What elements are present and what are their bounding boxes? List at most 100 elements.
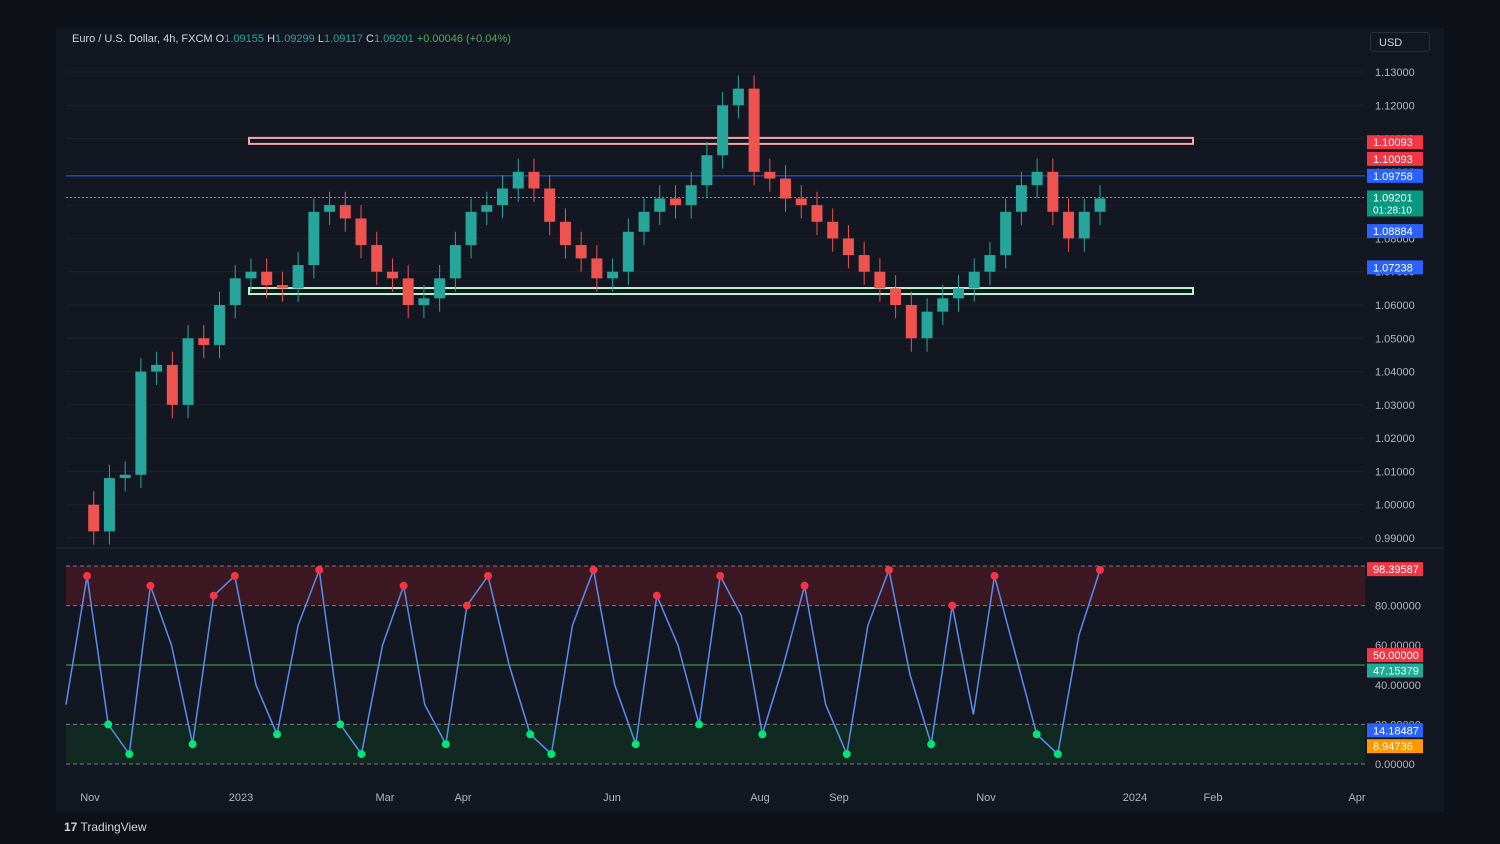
brand-text: TradingView: [80, 820, 147, 834]
candle-body: [1078, 211, 1090, 239]
candle-body: [905, 305, 917, 339]
signal-dot: [800, 581, 809, 590]
candle-body: [544, 188, 556, 222]
candle-body: [952, 288, 964, 299]
signal-dot: [484, 571, 493, 580]
x-tick-label: Jun: [603, 792, 621, 804]
signal-dot: [990, 571, 999, 580]
candle-body: [780, 178, 792, 199]
signal-dot: [526, 730, 535, 739]
candle-body: [151, 364, 163, 372]
close-label: C: [365, 33, 374, 45]
signal-dot: [104, 720, 113, 729]
candle-body: [701, 155, 713, 186]
candle-body: [261, 271, 273, 286]
price-tick-label: 1.13000: [1375, 67, 1415, 79]
candle-body: [1047, 171, 1059, 212]
signal-dot: [125, 750, 134, 759]
candle-body: [292, 265, 304, 289]
candle-body: [795, 198, 807, 206]
candle-body: [308, 211, 320, 266]
signal-dot: [273, 730, 282, 739]
symbol-name[interactable]: Euro / U.S. Dollar, 4h, FXCM: [72, 33, 213, 45]
candle-body: [103, 478, 115, 532]
price-axis-label: 1.10093: [1373, 154, 1413, 166]
osc-tick-label: 0.00000: [1375, 759, 1415, 771]
osc-axis-label: 8.94736: [1373, 741, 1413, 753]
osc-tick-label: 40.00000: [1375, 680, 1421, 692]
signal-dot: [441, 740, 450, 749]
x-tick-label: 2023: [229, 792, 253, 804]
candle-body: [386, 271, 398, 279]
currency-selector[interactable]: USD: [1370, 32, 1430, 52]
candle-body: [418, 298, 430, 305]
candle-body: [921, 311, 933, 339]
candle-body: [497, 188, 509, 206]
candle-body: [1094, 198, 1106, 212]
candle-body: [827, 221, 839, 239]
price-tick-label: 1.02000: [1375, 433, 1415, 445]
signal-dot: [716, 571, 725, 580]
tradingview-logo[interactable]: 17 TradingView: [64, 820, 147, 834]
price-axis-label-sub: 01:28:10: [1373, 205, 1412, 216]
signal-dot: [209, 591, 218, 600]
candle-body: [874, 271, 886, 289]
candle-body: [214, 305, 226, 345]
candle-body: [811, 205, 823, 222]
signal-dot: [631, 740, 640, 749]
signal-dot: [695, 720, 704, 729]
candle-body: [575, 245, 587, 259]
candle-body: [449, 245, 461, 279]
candle-body: [732, 88, 744, 106]
osc-tick-label: 80.00000: [1375, 601, 1421, 613]
signal-dot: [336, 720, 345, 729]
candle-body: [638, 211, 650, 232]
open-label: O: [215, 33, 225, 45]
x-tick-label: Apr: [454, 792, 471, 804]
candle-body: [355, 218, 367, 246]
signal-dot: [842, 750, 851, 759]
signal-dot: [1032, 730, 1041, 739]
signal-dot: [188, 740, 197, 749]
candle-body: [402, 278, 414, 305]
candle-body: [1000, 211, 1012, 256]
candle-body: [842, 238, 854, 256]
osc-axis-label: 47.15379: [1373, 666, 1419, 678]
candle-body: [434, 278, 446, 299]
signal-dot: [357, 750, 366, 759]
price-tick-label: 1.03000: [1375, 400, 1415, 412]
overbought-zone: [66, 566, 1365, 606]
x-tick-label: Aug: [750, 792, 770, 804]
candle-body: [135, 371, 147, 475]
signal-dot: [1053, 750, 1062, 759]
candle-body: [371, 245, 383, 272]
candle-body: [88, 504, 100, 532]
change-value: +0.00046 (+0.04%): [416, 33, 511, 45]
candle-body: [764, 171, 776, 179]
price-axis-label: 1.09758: [1373, 171, 1413, 183]
candle-body: [559, 221, 571, 246]
price-axis-label: 1.07238: [1373, 262, 1413, 274]
price-tick-label: 0.99000: [1375, 533, 1415, 545]
candle-body: [229, 278, 241, 305]
candle-body: [622, 231, 634, 272]
signal-dot: [230, 571, 239, 580]
candle-body: [182, 338, 194, 405]
candle-body: [858, 255, 870, 272]
osc-axis-label: 50.00000: [1373, 650, 1419, 662]
price-tick-label: 1.00000: [1375, 500, 1415, 512]
candle-body: [748, 88, 760, 172]
candle-body: [984, 255, 996, 272]
signal-dot: [884, 565, 893, 574]
tradingview-icon: 17: [64, 820, 78, 834]
price-axis-label: 1.10093: [1373, 137, 1413, 149]
candle-body: [528, 171, 540, 189]
x-tick-label: Nov: [976, 792, 996, 804]
x-tick-label: 2024: [1123, 792, 1147, 804]
signal-dot: [589, 565, 598, 574]
osc-axis-label: 98.39587: [1373, 564, 1419, 576]
chart-canvas[interactable]: 1.130001.120001.110001.100001.090001.080…: [0, 0, 1500, 844]
signal-dot: [315, 565, 324, 574]
open-value: 1.09155: [224, 33, 264, 45]
symbol-header: Euro / U.S. Dollar, 4h, FXCM O1.09155 H1…: [72, 33, 511, 45]
